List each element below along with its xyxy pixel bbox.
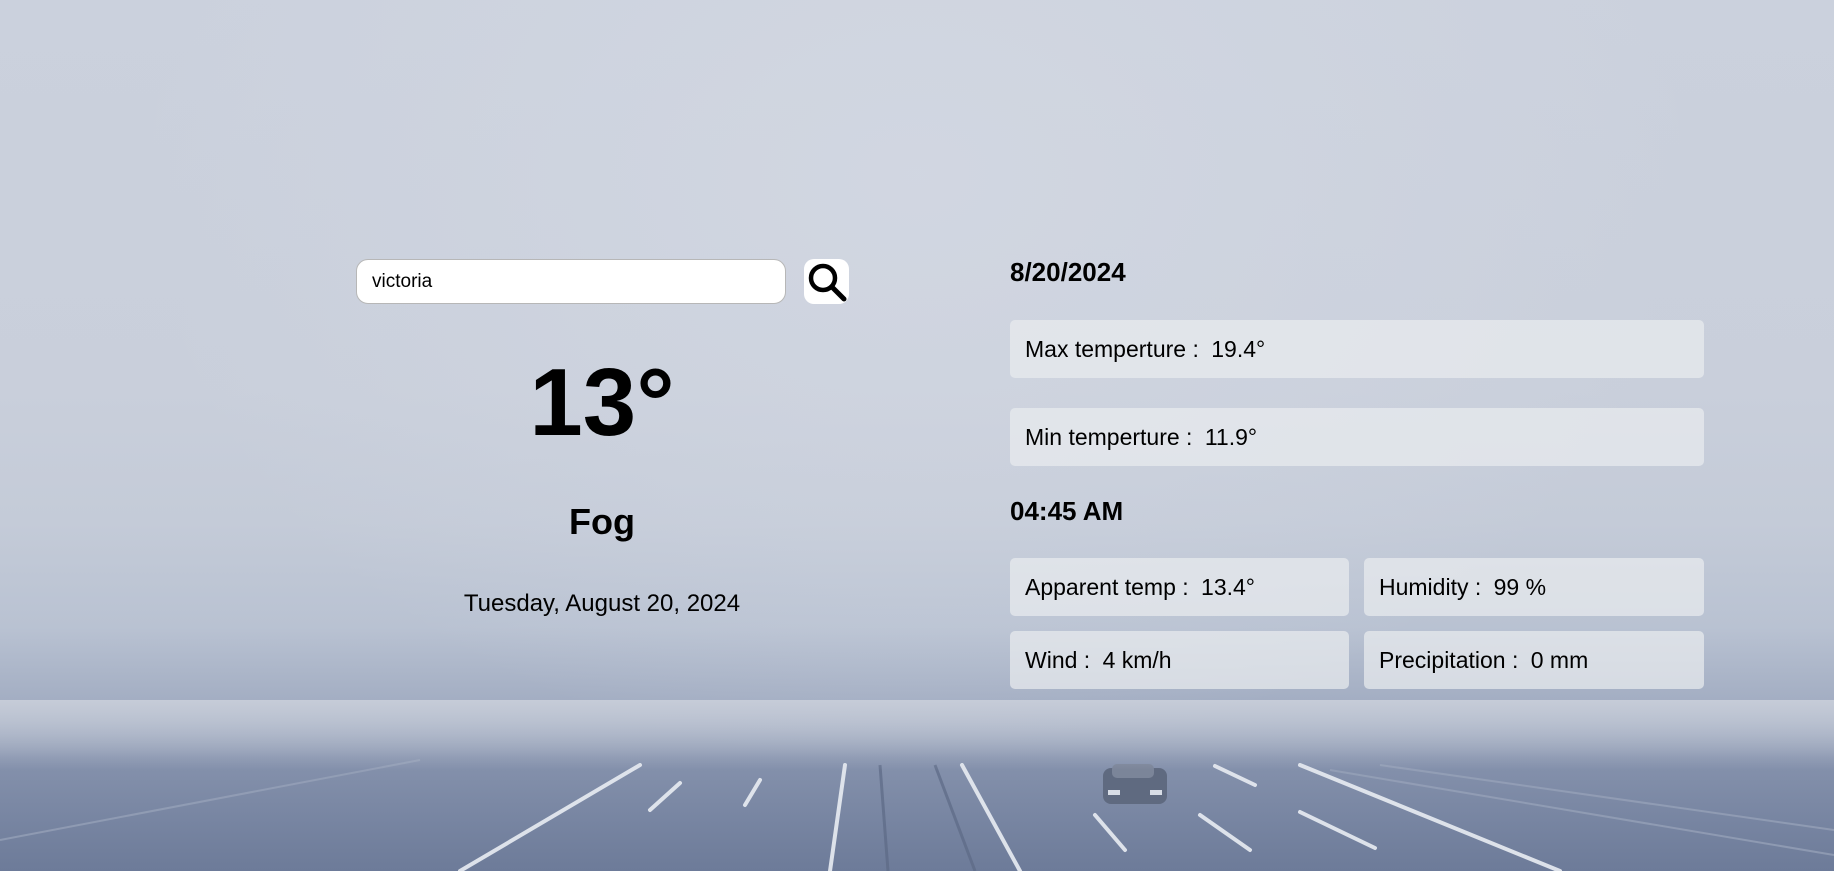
search-button[interactable] [804, 259, 849, 304]
current-date: Tuesday, August 20, 2024 [463, 590, 741, 617]
precipitation-card: Precipitation : 0 mm [1364, 631, 1704, 689]
precipitation-label: Precipitation : [1379, 646, 1525, 673]
search-icon [808, 263, 846, 301]
humidity-value: 99 % [1493, 573, 1547, 600]
apparent-temp-card: Apparent temp : 13.4° [1010, 558, 1349, 616]
current-temperature: 13° [529, 349, 675, 456]
apparent-temp-label: Apparent temp : [1025, 573, 1196, 600]
wind-label: Wind : [1025, 646, 1097, 673]
forecast-time: 04:45 AM [1010, 496, 1124, 526]
humidity-label: Humidity : [1379, 573, 1488, 600]
weather-app: 13° Fog Tuesday, August 20, 2024 8/20/20… [0, 0, 1834, 871]
max-temperature-card: Max temperture : 19.4° [1010, 320, 1704, 378]
humidity-card: Humidity : 99 % [1364, 558, 1704, 616]
forecast-date: 8/20/2024 [1010, 257, 1126, 287]
apparent-temp-value: 13.4° [1201, 573, 1256, 600]
wind-value: 4 km/h [1102, 646, 1172, 673]
weather-condition: Fog [569, 501, 635, 542]
precipitation-value: 0 mm [1530, 646, 1589, 673]
min-temperature-label: Min temperture : [1025, 423, 1199, 450]
min-temperature-card: Min temperture : 11.9° [1010, 408, 1704, 466]
city-search-input[interactable] [356, 259, 786, 304]
min-temperature-value: 11.9° [1204, 423, 1258, 450]
max-temperature-value: 19.4° [1211, 335, 1266, 362]
max-temperature-label: Max temperture : [1025, 335, 1206, 362]
wind-card: Wind : 4 km/h [1010, 631, 1349, 689]
